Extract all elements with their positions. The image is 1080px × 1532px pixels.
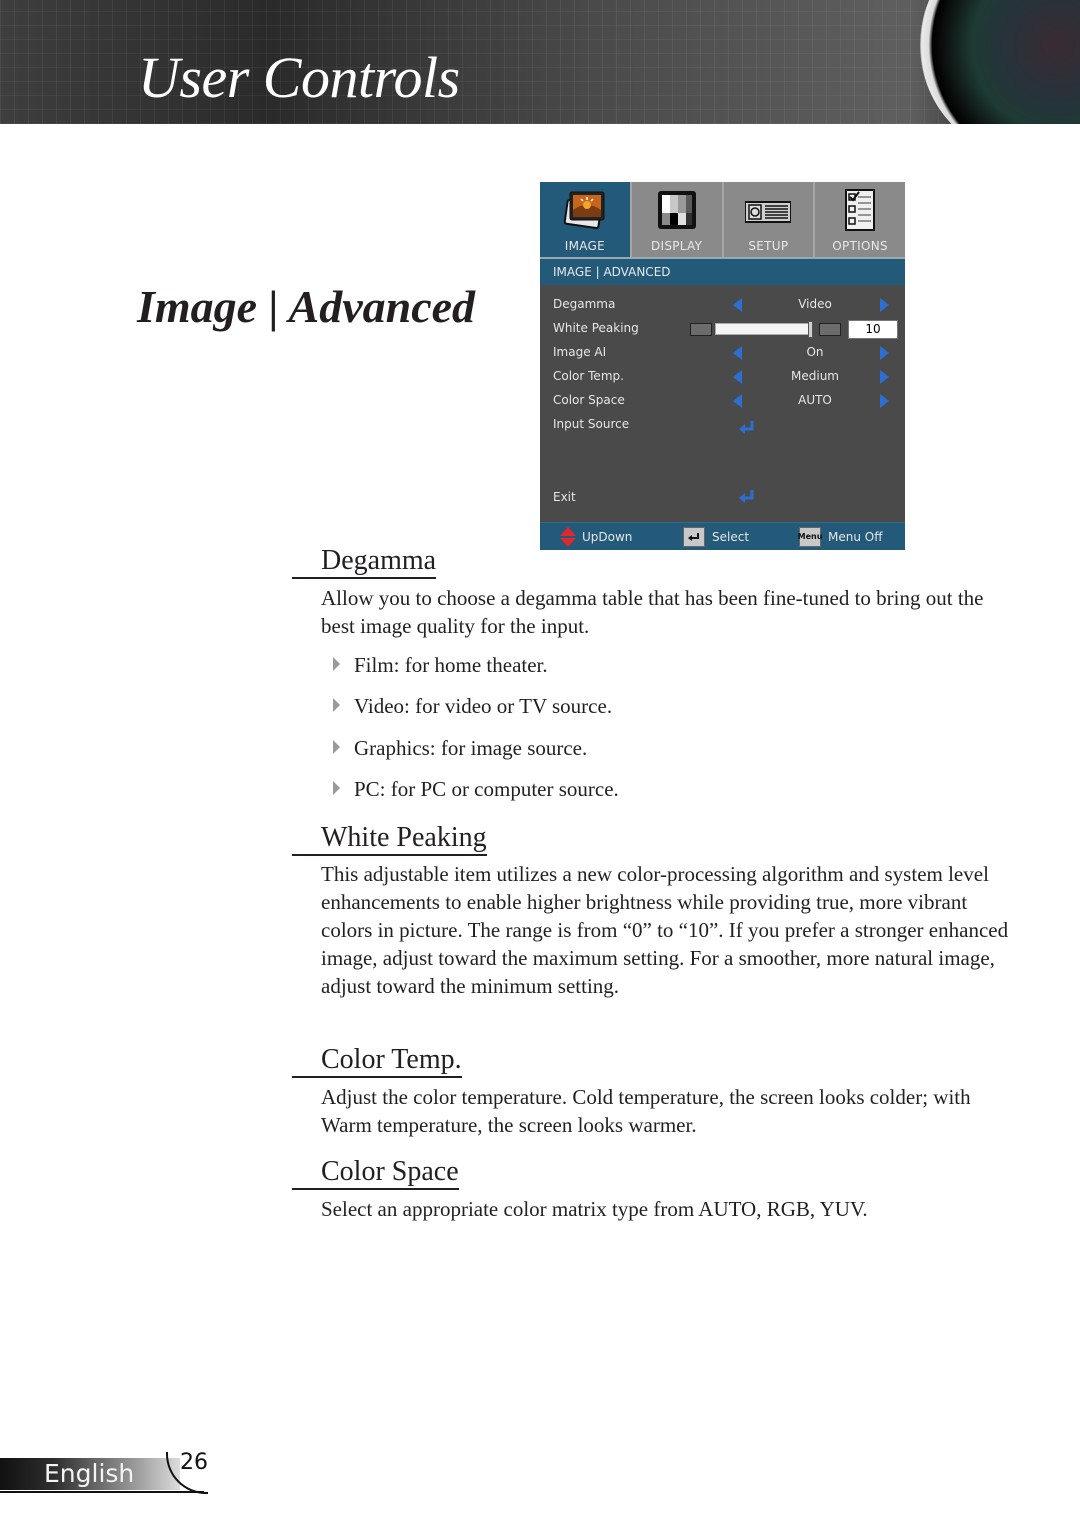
tab-display[interactable]: DISPLAY bbox=[631, 182, 724, 257]
osd-row-value: Video bbox=[798, 297, 832, 311]
enter-icon[interactable] bbox=[738, 489, 756, 505]
list-item: PC: for PC or computer source. bbox=[333, 777, 619, 802]
white-peaking-description: This adjustable item utilizes a new colo… bbox=[321, 862, 1009, 998]
list-item: Film: for home theater. bbox=[333, 653, 548, 678]
slider-min-icon bbox=[690, 323, 712, 336]
projector-lens-image bbox=[920, 0, 1080, 124]
osd-row-value: AUTO bbox=[798, 393, 832, 407]
osd-hint-label: Select bbox=[712, 529, 750, 544]
osd-menu-body: Degamma Video White Peaking 10 Image AI … bbox=[540, 285, 905, 525]
bullet-triangle-icon bbox=[333, 740, 340, 754]
osd-row-label: White Peaking bbox=[553, 321, 639, 335]
osd-row-degamma[interactable]: Degamma Video bbox=[540, 292, 905, 316]
tab-options[interactable]: OPTIONS bbox=[815, 182, 905, 257]
checklist-icon bbox=[845, 189, 876, 231]
tab-setup[interactable]: SETUP bbox=[723, 182, 816, 257]
header-banner: User Controls bbox=[0, 0, 1080, 124]
arrow-right-icon[interactable] bbox=[880, 370, 889, 384]
list-item-text: Graphics: for image source. bbox=[354, 736, 588, 760]
bullet-triangle-icon bbox=[333, 657, 340, 671]
osd-row-value: Medium bbox=[791, 369, 839, 383]
white-peaking-slider[interactable] bbox=[715, 321, 813, 338]
tab-image[interactable]: IMAGE bbox=[540, 182, 632, 257]
heading-white-peaking: White Peaking bbox=[292, 822, 487, 856]
osd-row-color-space[interactable]: Color Space AUTO bbox=[540, 388, 905, 412]
osd-row-label: Color Temp. bbox=[553, 369, 624, 383]
up-down-arrows-icon bbox=[560, 526, 576, 547]
image-icon bbox=[563, 191, 605, 229]
osd-hint-label: UpDown bbox=[582, 529, 633, 544]
osd-row-image-ai[interactable]: Image AI On bbox=[540, 340, 905, 364]
slider-thumb[interactable] bbox=[808, 321, 813, 338]
osd-row-label: Degamma bbox=[553, 297, 616, 311]
osd-row-label: Image AI bbox=[553, 345, 607, 359]
tab-label: DISPLAY bbox=[650, 239, 703, 253]
heading-color-temp: Color Temp. bbox=[292, 1044, 462, 1078]
osd-row-label: Exit bbox=[553, 490, 576, 504]
list-item-text: PC: for PC or computer source. bbox=[354, 777, 619, 801]
section-title: Image | Advanced bbox=[137, 281, 476, 332]
arrow-left-icon[interactable] bbox=[733, 370, 742, 384]
chapter-title: User Controls bbox=[138, 45, 460, 110]
page-number: 26 bbox=[180, 1450, 208, 1475]
osd-row-exit[interactable]: Exit bbox=[540, 485, 905, 509]
slider-max-icon bbox=[819, 323, 841, 336]
osd-hint-updown: UpDown bbox=[560, 523, 632, 550]
osd-row-color-temp[interactable]: Color Temp. Medium bbox=[540, 364, 905, 388]
osd-footer: UpDown Select Menu Menu Off bbox=[540, 522, 905, 550]
arrow-right-icon[interactable] bbox=[880, 298, 889, 312]
heading-degamma: Degamma bbox=[292, 545, 437, 579]
arrow-left-icon[interactable] bbox=[733, 346, 742, 360]
color-temp-description: Adjust the color temperature. Cold tempe… bbox=[321, 1085, 971, 1137]
tab-label: IMAGE bbox=[564, 239, 606, 253]
arrow-left-icon[interactable] bbox=[733, 298, 742, 312]
footer-rule bbox=[0, 1491, 204, 1493]
bullet-triangle-icon bbox=[333, 781, 340, 795]
display-icon bbox=[657, 191, 696, 229]
heading-color-space: Color Space bbox=[292, 1156, 459, 1190]
arrow-left-icon[interactable] bbox=[733, 394, 742, 408]
enter-icon[interactable] bbox=[738, 420, 756, 436]
osd-row-label: Color Space bbox=[553, 393, 625, 407]
white-peaking-value: 10 bbox=[848, 320, 898, 339]
tab-label: SETUP bbox=[748, 239, 789, 253]
arrow-right-icon[interactable] bbox=[880, 394, 889, 408]
osd-row-input-source[interactable]: Input Source bbox=[540, 412, 905, 436]
bullet-triangle-icon bbox=[333, 698, 340, 712]
osd-tab-bar: IMAGE DISPLAY SETUP OPTIONS bbox=[540, 182, 905, 257]
list-item-text: Video: for video or TV source. bbox=[354, 694, 613, 718]
osd-breadcrumb: IMAGE | ADVANCED bbox=[540, 257, 905, 285]
osd-row-value: On bbox=[806, 345, 824, 359]
osd-row-white-peaking[interactable]: White Peaking 10 bbox=[540, 316, 905, 340]
osd-menu: IMAGE DISPLAY SETUP OPTIONS IMAGE | ADVA… bbox=[540, 182, 905, 550]
osd-hint-select: Select bbox=[683, 523, 749, 550]
projector-icon bbox=[745, 201, 792, 223]
osd-row-label: Input Source bbox=[553, 417, 630, 431]
list-item: Graphics: for image source. bbox=[333, 736, 587, 761]
color-space-description: Select an appropriate color matrix type … bbox=[321, 1197, 868, 1221]
arrow-right-icon[interactable] bbox=[880, 346, 889, 360]
osd-hint-menu-off: Menu Menu Off bbox=[798, 523, 883, 550]
tab-label: OPTIONS bbox=[832, 239, 888, 253]
menu-key-icon: Menu bbox=[798, 526, 822, 547]
footer-language: English bbox=[44, 1459, 135, 1488]
degamma-description: Allow you to choose a degamma table that… bbox=[321, 586, 984, 638]
list-item-text: Film: for home theater. bbox=[354, 653, 548, 677]
list-item: Video: for video or TV source. bbox=[333, 694, 612, 719]
osd-hint-label: Menu Off bbox=[828, 529, 883, 544]
enter-key-icon bbox=[683, 526, 705, 547]
